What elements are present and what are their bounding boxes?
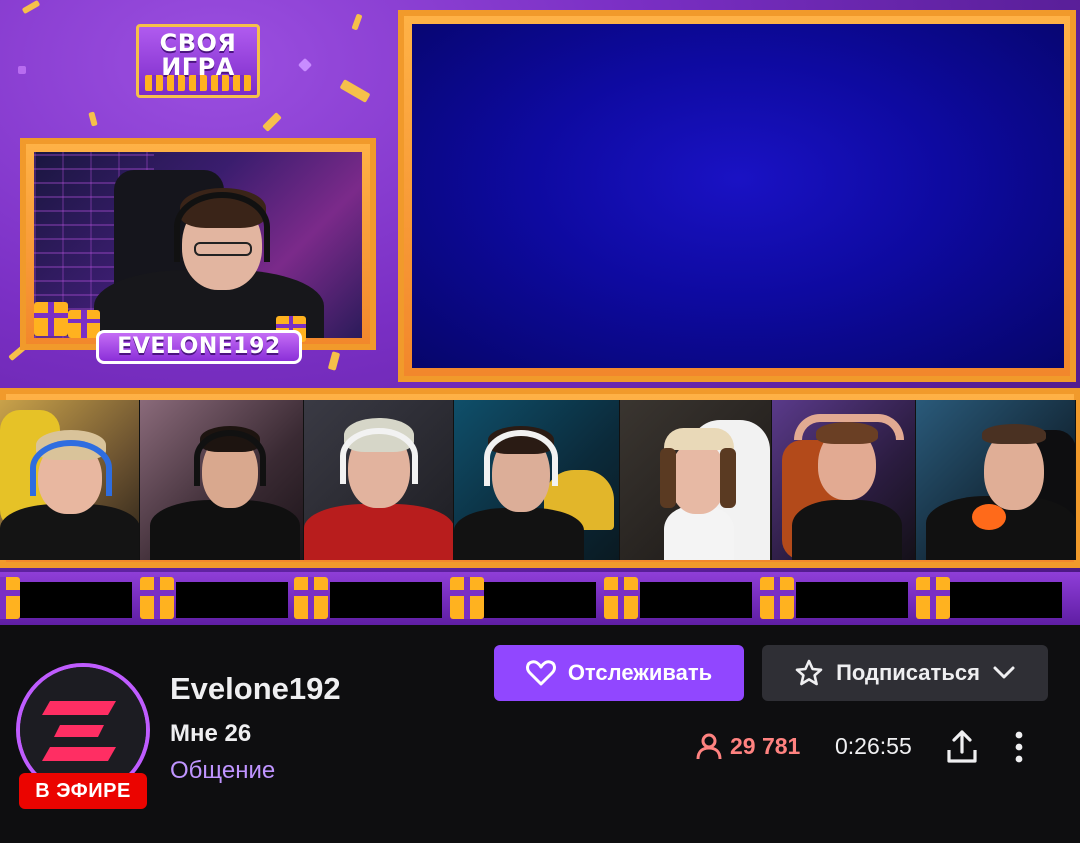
share-icon — [947, 730, 977, 763]
player-cam — [916, 400, 1076, 560]
gift-icon — [140, 577, 174, 619]
players-strip — [0, 400, 1076, 560]
gift-icon — [145, 75, 163, 91]
player-cam — [620, 400, 772, 560]
subscribe-button[interactable]: Подписаться — [762, 645, 1048, 701]
gift-icon — [0, 577, 20, 619]
confetti-decoration — [327, 351, 341, 371]
host-name-badge: EVELONE192 — [96, 330, 302, 364]
more-vertical-icon — [1015, 731, 1023, 763]
confetti-decoration — [18, 66, 26, 74]
confetti-decoration — [351, 13, 363, 31]
stream-title: Мне 26 — [170, 720, 252, 747]
live-badge: В ЭФИРЕ — [19, 773, 147, 809]
gift-icon — [211, 75, 229, 91]
confetti-decoration — [88, 111, 98, 127]
confetti-decoration — [21, 0, 41, 15]
game-logo: СВОЯ ИГРА — [136, 24, 260, 98]
confetti-decoration — [262, 112, 282, 132]
person-icon — [696, 733, 722, 760]
channel-name[interactable]: Evelone192 — [170, 671, 341, 707]
host-person — [94, 162, 324, 338]
question-board — [412, 24, 1064, 368]
gift-icon — [189, 75, 207, 91]
viewer-count: 29 781 — [694, 731, 800, 761]
gift-icon — [450, 577, 484, 619]
player-score-slot — [796, 582, 908, 618]
chevron-down-icon — [993, 666, 1015, 679]
gift-icon — [34, 302, 68, 336]
gift-icon — [604, 577, 638, 619]
player-score-slot — [176, 582, 288, 618]
player-score-slot — [640, 582, 752, 618]
share-button[interactable] — [944, 728, 980, 766]
follow-button[interactable]: Отслеживать — [494, 645, 744, 701]
more-options-button[interactable] — [1006, 728, 1032, 766]
player-cam — [454, 400, 620, 560]
star-icon — [795, 659, 823, 686]
logo-text-line1: СВОЯ — [159, 29, 237, 57]
gift-icon — [760, 577, 794, 619]
stream-uptime: 0:26:55 — [835, 733, 912, 759]
player-cam — [772, 400, 916, 560]
logo-gifts — [143, 75, 253, 93]
confetti-decoration — [339, 79, 371, 103]
gift-icon — [68, 310, 100, 338]
viewer-count-value: 29 781 — [730, 732, 801, 759]
gift-icon — [167, 75, 185, 91]
player-cam — [140, 400, 304, 560]
gift-icon — [916, 577, 950, 619]
gift-icon — [294, 577, 328, 619]
player-score-slot — [950, 582, 1062, 618]
player-cam — [0, 400, 140, 560]
stream-category[interactable]: Общение — [170, 757, 275, 785]
player-cam — [304, 400, 454, 560]
player-score-slot — [20, 582, 132, 618]
follow-button-label: Отслеживать — [567, 660, 713, 685]
gift-icon — [233, 75, 251, 91]
player-score-slot — [330, 582, 442, 618]
heart-icon — [525, 660, 556, 686]
stream-video[interactable]: СВОЯ ИГРА EVELONE192 — [0, 0, 1080, 625]
player-score-slot — [484, 582, 596, 618]
subscribe-button-label: Подписаться — [836, 660, 980, 685]
confetti-decoration — [297, 57, 313, 73]
